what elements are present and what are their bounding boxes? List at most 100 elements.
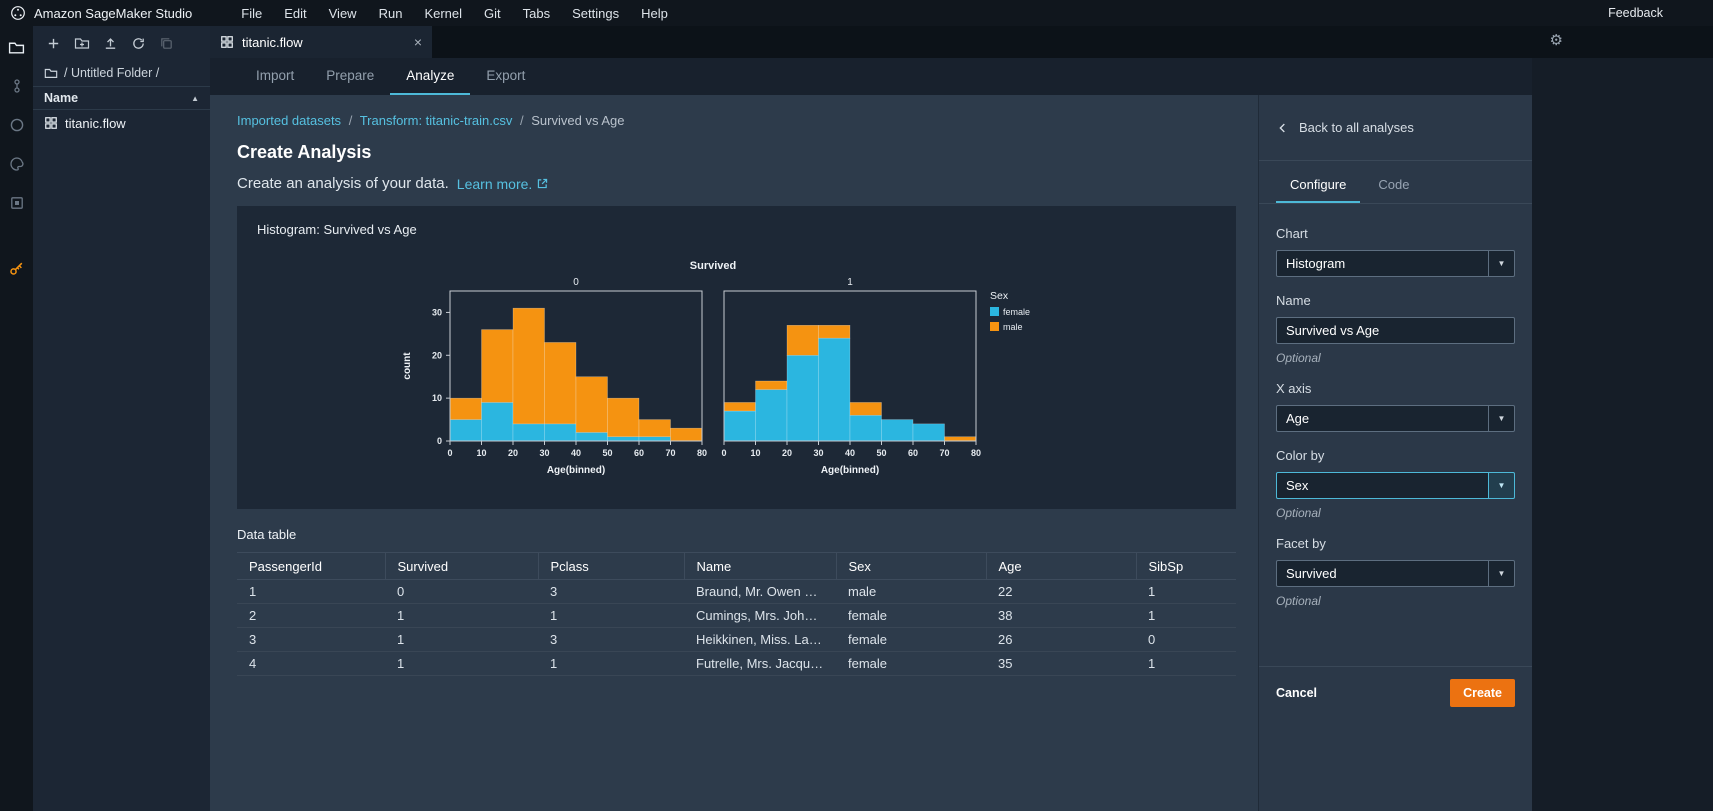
flow-file-icon (45, 117, 57, 129)
name-field[interactable] (1276, 317, 1515, 344)
svg-text:female: female (1003, 307, 1030, 317)
chevron-down-icon: ▼ (1488, 561, 1514, 586)
svg-text:20: 20 (431, 350, 441, 360)
optional-note: Optional (1276, 594, 1321, 608)
gear-icon[interactable]: ⚙ (1550, 31, 1563, 49)
color-by-select[interactable]: Sex ▼ (1276, 472, 1515, 499)
file-item-titanic-flow[interactable]: titanic.flow (33, 110, 210, 136)
svg-text:70: 70 (665, 448, 675, 458)
activity-bar (0, 26, 33, 811)
menu-file[interactable]: File (230, 6, 273, 21)
config-footer: Cancel Create (1259, 666, 1532, 718)
svg-text:70: 70 (939, 448, 949, 458)
sort-ascending-icon: ▲ (191, 93, 199, 103)
learn-more-link[interactable]: Learn more. (457, 176, 549, 192)
menu-edit[interactable]: Edit (273, 6, 317, 21)
tab-analyze[interactable]: Analyze (390, 58, 471, 95)
svg-text:10: 10 (750, 448, 760, 458)
chart-field-label: Chart (1276, 226, 1308, 241)
upload-icon[interactable] (103, 36, 118, 51)
optional-note: Optional (1276, 506, 1321, 520)
extensions-icon[interactable] (6, 192, 28, 214)
flow-file-icon (221, 36, 233, 48)
file-browser-breadcrumb[interactable]: / Untitled Folder / (33, 60, 210, 86)
menu-tabs[interactable]: Tabs (512, 6, 561, 21)
menubar: Amazon SageMaker Studio File Edit View R… (0, 0, 1713, 26)
table-row: 1 0 3 Braund, Mr. Owen Harris male 22 1 (237, 579, 1236, 604)
feedback-link[interactable]: Feedback (1608, 6, 1663, 20)
new-launcher-icon[interactable] (46, 36, 61, 51)
breadcrumb-transform[interactable]: Transform: titanic-train.csv (360, 113, 513, 128)
right-gutter (1532, 58, 1713, 811)
svg-text:30: 30 (813, 448, 823, 458)
menu-run[interactable]: Run (368, 6, 414, 21)
svg-text:80: 80 (696, 448, 706, 458)
file-browser-panel: / Untitled Folder / Name ▲ titanic.flow (33, 26, 210, 811)
back-to-analyses-link[interactable]: Back to all analyses (1259, 95, 1532, 161)
svg-text:Survived: Survived (689, 260, 735, 272)
table-row: 3 1 3 Heikkinen, Miss. Laina female 26 0 (237, 627, 1236, 652)
svg-text:40: 40 (844, 448, 854, 458)
new-folder-icon[interactable] (74, 35, 90, 51)
breadcrumb-imported-datasets[interactable]: Imported datasets (237, 113, 341, 128)
column-header-age: Age (986, 552, 1137, 580)
data-wrangler-icon[interactable] (6, 257, 28, 279)
breadcrumb-separator: / (520, 113, 524, 128)
commands-palette-icon[interactable] (6, 153, 28, 175)
menu-help[interactable]: Help (630, 6, 679, 21)
svg-text:Sex: Sex (990, 290, 1009, 302)
facet-by-field-label: Facet by (1276, 536, 1326, 551)
file-browser-icon[interactable] (6, 36, 28, 58)
main-area: titanic.flow × ⚙ Import Prepare Analyze … (210, 26, 1713, 811)
refresh-icon[interactable] (131, 36, 146, 51)
svg-text:80: 80 (970, 448, 980, 458)
chart-panel: Histogram: Survived vs Age Survived 0 0 10 2… (237, 206, 1236, 509)
data-table: PassengerId Survived Pclass Name Sex Age… (237, 552, 1236, 676)
menu-view[interactable]: View (318, 6, 368, 21)
svg-text:10: 10 (476, 448, 486, 458)
tab-label: titanic.flow (242, 34, 303, 50)
clone-icon[interactable] (159, 36, 174, 51)
tab-titanic-flow[interactable]: titanic.flow × (210, 26, 432, 58)
svg-text:10: 10 (431, 393, 441, 403)
breadcrumb-current: Survived vs Age (531, 113, 625, 128)
flow-body: Imported datasets / Transform: titanic-t… (210, 95, 1532, 811)
file-name: titanic.flow (65, 115, 126, 131)
column-header-sex: Sex (836, 552, 987, 580)
menu-settings[interactable]: Settings (561, 6, 630, 21)
svg-text:1: 1 (847, 277, 853, 288)
menu-git[interactable]: Git (473, 6, 512, 21)
menu-kernel[interactable]: Kernel (413, 6, 473, 21)
tab-configure[interactable]: Configure (1276, 177, 1361, 203)
breadcrumb-separator: / (348, 113, 353, 128)
cancel-button[interactable]: Cancel (1276, 686, 1317, 700)
name-column-header[interactable]: Name ▲ (33, 86, 210, 110)
color-by-field-label: Color by (1276, 448, 1325, 463)
x-axis-field-label: X axis (1276, 381, 1312, 396)
column-header-pclass: Pclass (538, 552, 685, 580)
chevron-down-icon: ▼ (1488, 473, 1514, 498)
create-button[interactable]: Create (1450, 678, 1515, 707)
git-commit-icon[interactable] (6, 75, 28, 97)
facet-by-select[interactable]: Survived ▼ (1276, 560, 1515, 587)
table-row: 2 1 1 Cumings, Mrs. John Bra… female 38 … (237, 603, 1236, 628)
running-kernels-icon[interactable] (6, 114, 28, 136)
x-axis-select[interactable]: Age ▼ (1276, 405, 1515, 432)
tab-prepare[interactable]: Prepare (310, 58, 390, 95)
tab-bar: titanic.flow × ⚙ (210, 26, 1713, 58)
app-window: Amazon SageMaker Studio File Edit View R… (0, 0, 1713, 811)
external-link-icon (538, 178, 548, 189)
tab-import[interactable]: Import (240, 58, 310, 95)
file-browser-toolbar (33, 26, 210, 60)
svg-text:60: 60 (633, 448, 643, 458)
chart-select[interactable]: Histogram ▼ (1276, 250, 1515, 277)
config-tabs: Configure Code (1259, 161, 1532, 204)
column-header-name: Name (684, 552, 837, 580)
flow-panel: Import Prepare Analyze Export Imported d… (210, 58, 1532, 811)
close-tab-icon[interactable]: × (414, 35, 422, 49)
svg-text:20: 20 (507, 448, 517, 458)
histogram-chart: Survived00 10 20 30 40 50 60 70 80Age(binned)10 1… (402, 260, 1030, 476)
svg-text:0: 0 (721, 448, 726, 458)
tab-export[interactable]: Export (470, 58, 541, 95)
tab-code[interactable]: Code (1364, 177, 1423, 203)
